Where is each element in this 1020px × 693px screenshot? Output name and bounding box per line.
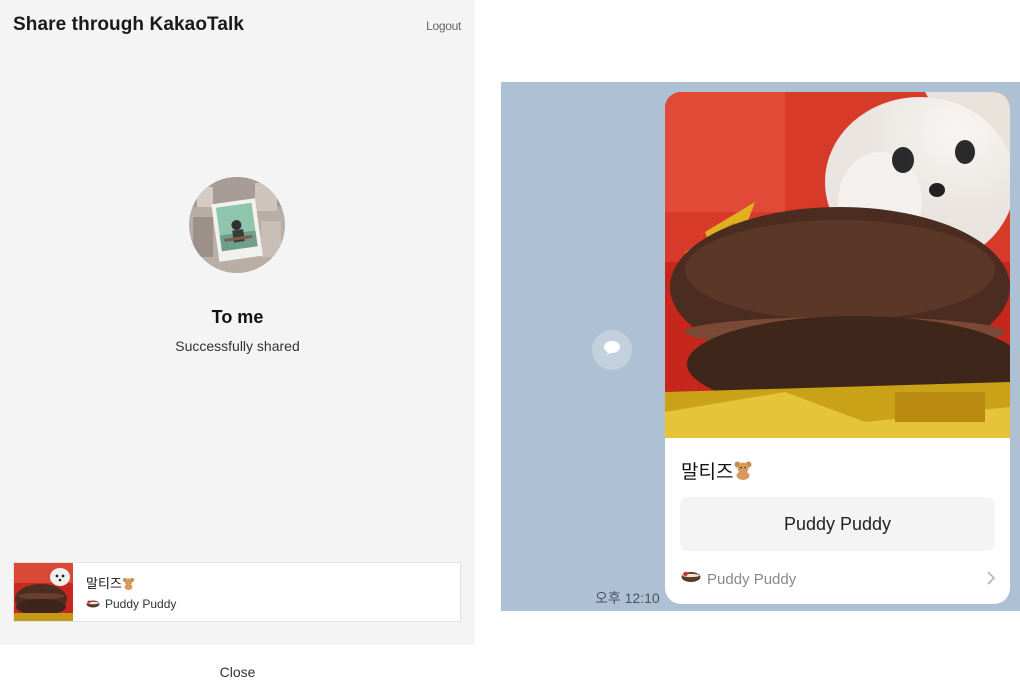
chat-preview-area: 오후 12:10 말티즈 Puddy Puddy Puddy Puddy [501, 82, 1020, 611]
teddy-bear-icon [733, 460, 753, 486]
share-status: Successfully shared [175, 338, 300, 354]
card-title: 말티즈 [681, 457, 753, 486]
chevron-right-icon [986, 570, 996, 591]
puddy-logo-icon [86, 597, 100, 611]
panel-title: Share through KakaoTalk [13, 14, 245, 35]
preview-title-text: 말티즈 [86, 576, 122, 591]
card-action-button[interactable]: Puddy Puddy [680, 497, 995, 551]
preview-title: 말티즈 [86, 573, 135, 593]
speech-bubble-icon [603, 340, 621, 361]
preview-thumbnail [14, 563, 73, 621]
avatar [189, 177, 285, 273]
preview-source: Puddy Puddy [86, 597, 176, 611]
preview-source-text: Puddy Puddy [105, 597, 177, 611]
card-source-link[interactable]: Puddy Puddy [681, 568, 996, 590]
shared-content-preview: 말티즈 Puddy Puddy [13, 562, 461, 622]
card-source-name: Puddy Puddy [707, 570, 797, 588]
recipient-name: To me [211, 307, 264, 327]
puddy-logo-icon [681, 570, 701, 588]
card-title-text: 말티즈 [681, 462, 734, 483]
logout-link[interactable]: Logout [426, 19, 461, 33]
teddy-bear-icon [122, 577, 135, 593]
share-panel: Share through KakaoTalk Logout To me Suc… [0, 0, 475, 645]
share-button[interactable] [592, 330, 632, 370]
shared-message-card[interactable]: 말티즈 Puddy Puddy Puddy Puddy [665, 92, 1010, 604]
message-time: 오후 12:10 [595, 590, 660, 606]
close-button[interactable]: Close [0, 664, 475, 680]
card-image [665, 92, 1010, 438]
